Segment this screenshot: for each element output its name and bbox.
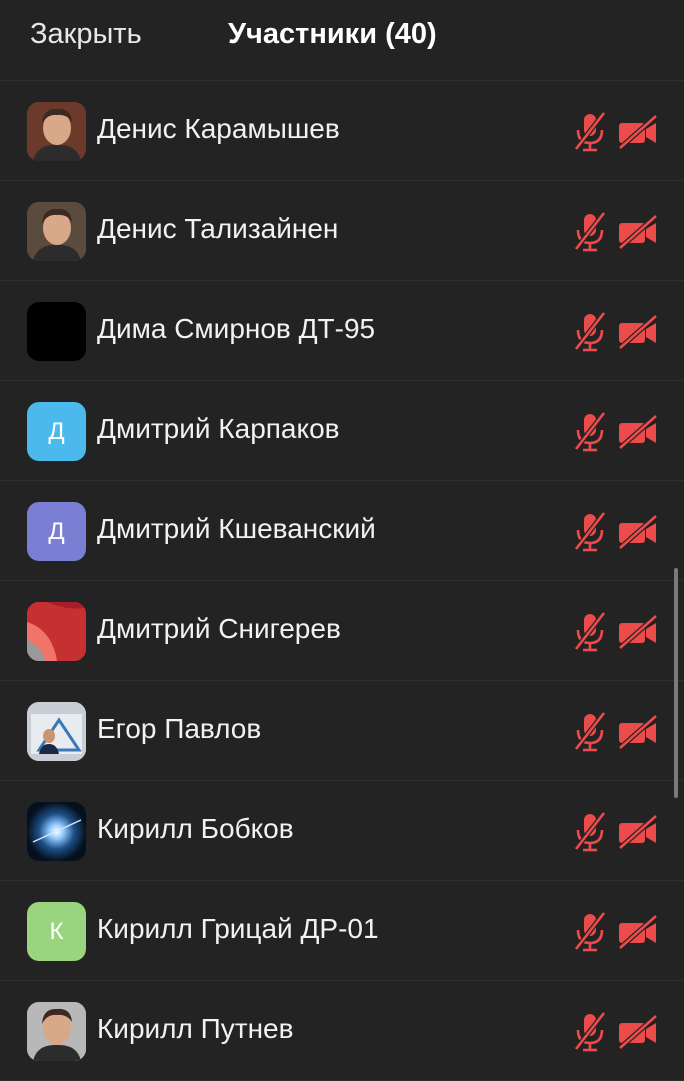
participant-row[interactable]: Кирилл Бобков <box>0 781 684 881</box>
video-off-icon[interactable] <box>617 814 659 850</box>
participant-row[interactable]: Д Дмитрий Карпаков <box>0 381 684 481</box>
participant-name: Дима Смирнов ДТ-95 <box>97 313 376 344</box>
video-off-icon[interactable] <box>617 214 659 250</box>
person-photo-icon <box>27 202 86 261</box>
person-photo-icon <box>27 1002 86 1061</box>
participant-row[interactable]: К Кирилл Грицай ДР-01 <box>0 881 684 981</box>
mic-muted-icon[interactable] <box>572 311 608 353</box>
video-off-icon[interactable] <box>617 314 659 350</box>
close-button[interactable]: Закрыть <box>30 18 142 51</box>
scrollbar[interactable] <box>674 568 678 798</box>
video-off-icon[interactable] <box>617 1014 659 1050</box>
participant-name: Денис Карамышев <box>97 113 340 144</box>
participant-list[interactable]: Денис Карамышев Денис Тализайнен Дима Смир… <box>0 81 684 1081</box>
participant-name: Кирилл Путнев <box>97 1013 294 1044</box>
participant-row[interactable]: Денис Карамышев <box>0 81 684 181</box>
participant-row[interactable]: Дмитрий Снигерев <box>0 581 684 681</box>
participant-name: Дмитрий Снигерев <box>97 613 341 644</box>
participant-name: Денис Тализайнен <box>97 213 339 244</box>
participants-header: Закрыть Участники (40) <box>0 0 684 81</box>
person-photo-icon <box>27 102 86 161</box>
mic-muted-icon[interactable] <box>572 811 608 853</box>
mic-muted-icon[interactable] <box>572 411 608 453</box>
abstract-wallpaper-icon <box>27 602 86 661</box>
participant-name: Егор Павлов <box>97 713 262 744</box>
mic-muted-icon[interactable] <box>572 111 608 153</box>
participant-name: Дмитрий Карпаков <box>97 413 340 444</box>
mic-muted-icon[interactable] <box>572 211 608 253</box>
participant-row[interactable]: Денис Тализайнен <box>0 181 684 281</box>
video-off-icon[interactable] <box>617 114 659 150</box>
mic-muted-icon[interactable] <box>572 611 608 653</box>
avatar-initial: Д <box>27 502 86 561</box>
video-off-icon[interactable] <box>617 614 659 650</box>
space-photo-icon <box>27 802 86 861</box>
document-photo-icon <box>27 702 86 761</box>
participant-name: Кирилл Грицай ДР-01 <box>97 913 379 944</box>
video-off-icon[interactable] <box>617 514 659 550</box>
participant-row[interactable]: Д Дмитрий Кшеванский <box>0 481 684 581</box>
mic-muted-icon[interactable] <box>572 511 608 553</box>
page-title: Участники (40) <box>228 18 437 50</box>
video-off-icon[interactable] <box>617 914 659 950</box>
participant-row[interactable]: Кирилл Путнев <box>0 981 684 1081</box>
mic-muted-icon[interactable] <box>572 711 608 753</box>
mic-muted-icon[interactable] <box>572 911 608 953</box>
avatar-initial: К <box>27 902 86 961</box>
video-off-icon[interactable] <box>617 414 659 450</box>
participant-row[interactable]: Дима Смирнов ДТ-95 <box>0 281 684 381</box>
mic-muted-icon[interactable] <box>572 1011 608 1053</box>
participant-name: Кирилл Бобков <box>97 813 294 844</box>
participant-row[interactable]: Егор Павлов <box>0 681 684 781</box>
black-avatar-icon <box>27 302 86 361</box>
video-off-icon[interactable] <box>617 714 659 750</box>
participant-name: Дмитрий Кшеванский <box>97 513 376 544</box>
avatar-initial: Д <box>27 402 86 461</box>
